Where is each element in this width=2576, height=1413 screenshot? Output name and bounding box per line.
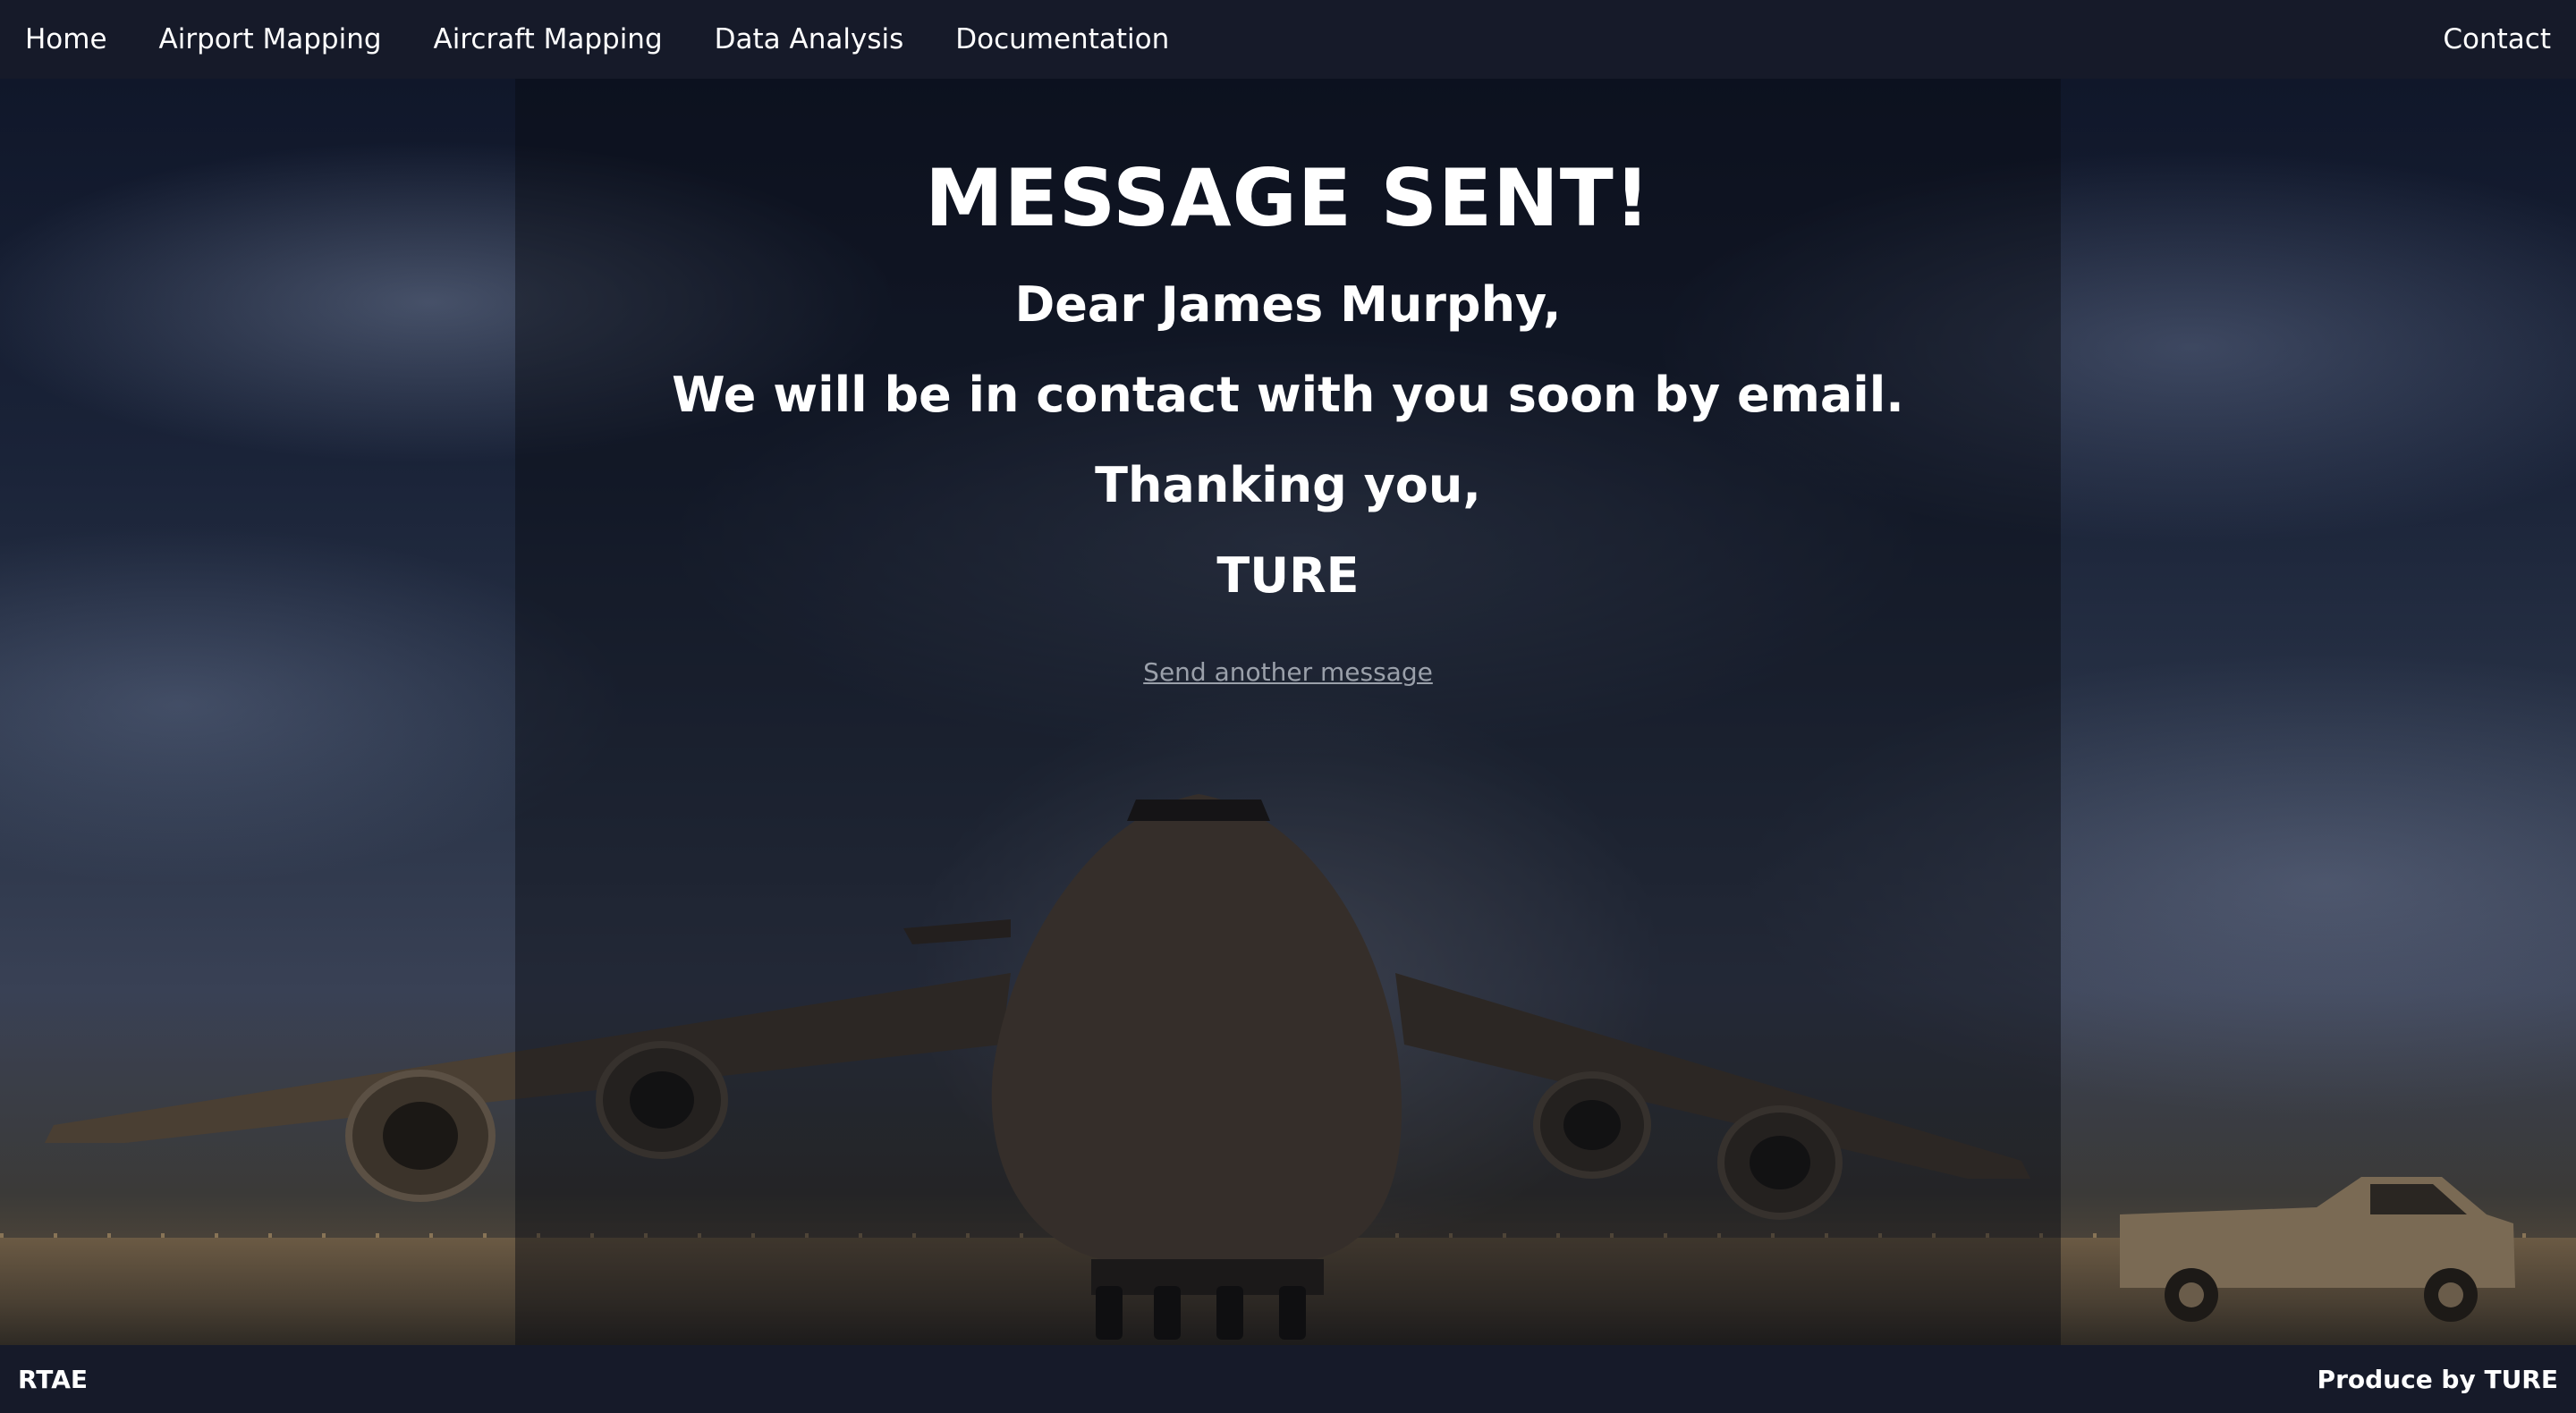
nav-links: Home Airport Mapping Aircraft Mapping Da… — [25, 23, 1221, 55]
nav-link-home[interactable]: Home — [25, 23, 107, 55]
message-body: We will be in contact with you soon by e… — [672, 367, 1904, 423]
nav-link-documentation[interactable]: Documentation — [955, 23, 1169, 55]
pickup-truck — [2120, 1177, 2515, 1322]
nav-link-airport-mapping[interactable]: Airport Mapping — [159, 23, 382, 55]
message-greeting: Dear James Murphy, — [1014, 276, 1562, 333]
message-closing: Thanking you, — [1095, 457, 1481, 513]
message-signature: TURE — [1216, 547, 1360, 604]
nav-link-data-analysis[interactable]: Data Analysis — [715, 23, 904, 55]
top-navbar: Home Airport Mapping Aircraft Mapping Da… — [0, 0, 2576, 79]
message-title: MESSAGE SENT! — [925, 152, 1651, 244]
nav-link-aircraft-mapping[interactable]: Aircraft Mapping — [434, 23, 663, 55]
nav-link-contact[interactable]: Contact — [2443, 23, 2551, 55]
footer-credit: Produce by TURE — [2317, 1364, 2558, 1394]
page-footer: RTAE Produce by TURE — [0, 1345, 2576, 1413]
send-another-message-link[interactable]: Send another message — [1143, 657, 1433, 687]
nav-right: Contact — [2443, 23, 2551, 55]
message-content: MESSAGE SENT! Dear James Murphy, We will… — [515, 79, 2061, 687]
footer-brand: RTAE — [18, 1364, 89, 1394]
